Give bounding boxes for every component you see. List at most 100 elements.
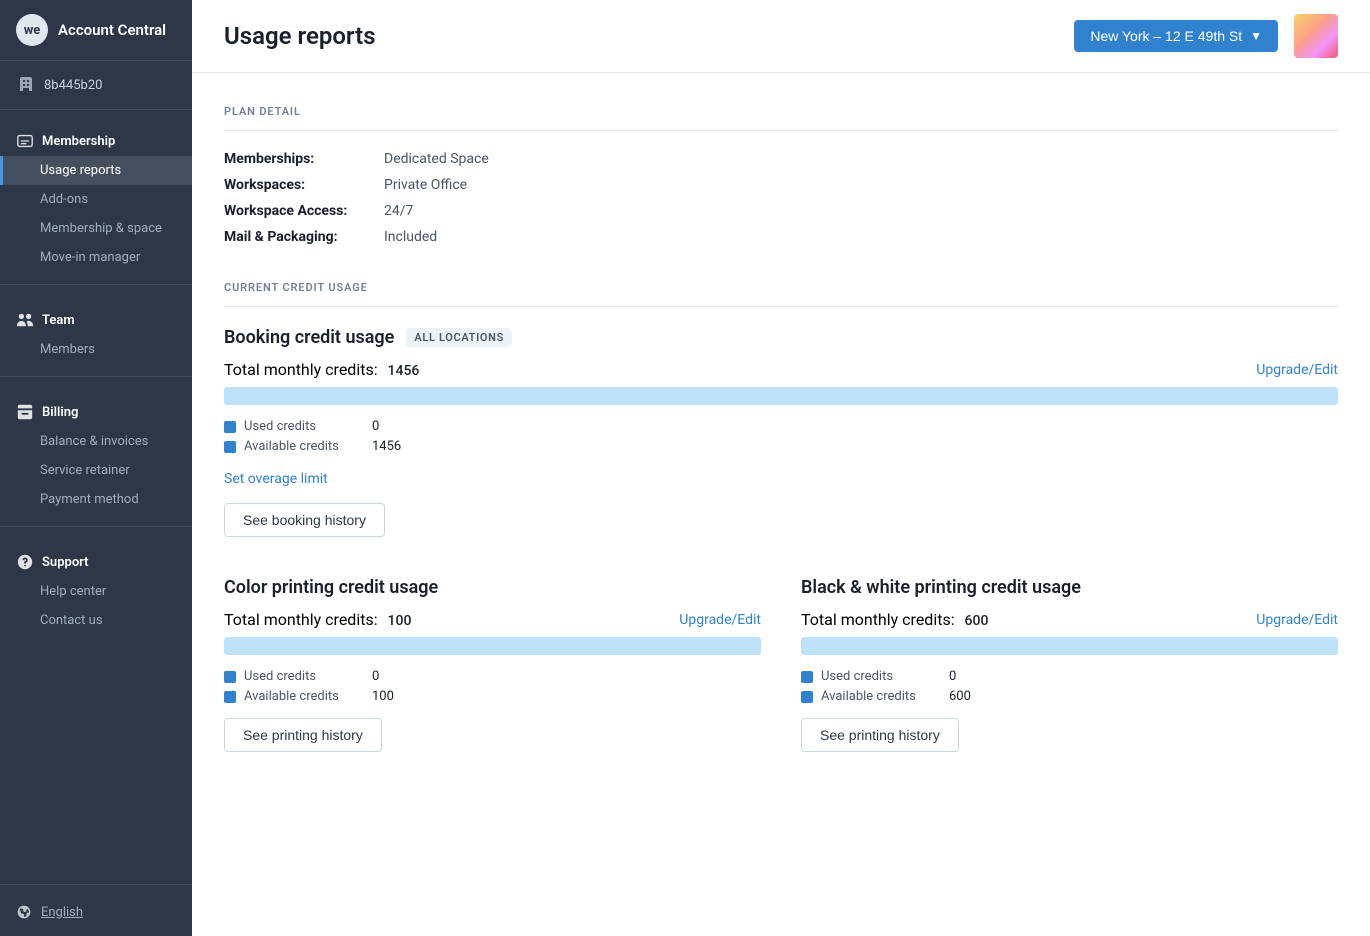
sidebar-item-payment-method[interactable]: Payment method	[0, 485, 192, 514]
booking-upgrade-link[interactable]: Upgrade/Edit	[1256, 362, 1338, 378]
sidebar-section-membership: Membership Usage reports Add-ons Members…	[0, 110, 192, 280]
booking-available-value: 1456	[372, 439, 401, 454]
color-upgrade-link[interactable]: Upgrade/Edit	[679, 612, 761, 628]
color-available-dot	[224, 691, 236, 703]
sidebar-section-membership-header[interactable]: Membership	[0, 126, 192, 156]
plan-detail-section: PLAN DETAIL Memberships: Dedicated Space…	[224, 105, 1338, 245]
workspaces-label: Workspaces:	[224, 177, 384, 193]
membership-icon	[16, 132, 34, 150]
sidebar-item-balance-invoices[interactable]: Balance & invoices	[0, 427, 192, 456]
language-link[interactable]: English	[41, 905, 83, 920]
plan-row-workspace-access: Workspace Access: 24/7	[224, 203, 1338, 219]
color-total-value: 100	[388, 613, 412, 629]
booking-title-row: Booking credit usage ALL LOCATIONS	[224, 327, 1338, 348]
sidebar-item-service-retainer[interactable]: Service retainer	[0, 456, 192, 485]
booking-used-dot	[224, 421, 236, 433]
we-logo-icon: we	[16, 14, 48, 46]
overage-limit-link[interactable]: Set overage limit	[224, 471, 328, 487]
sidebar-section-support-header[interactable]: Support	[0, 547, 192, 577]
booking-available-row: Available credits 1456	[224, 439, 1338, 454]
main-area: Usage reports New York – 12 E 49th St ▼ …	[192, 0, 1370, 936]
color-printing-section: Color printing credit usage Total monthl…	[224, 577, 761, 752]
see-color-printing-history-button[interactable]: See printing history	[224, 718, 382, 752]
billing-section-label: Billing	[42, 405, 78, 420]
support-section-label: Support	[42, 555, 89, 570]
bw-total-left: Total monthly credits: 600	[801, 610, 988, 629]
billing-icon	[16, 403, 34, 421]
see-booking-history-button[interactable]: See booking history	[224, 503, 385, 537]
workspace-access-label: Workspace Access:	[224, 203, 384, 219]
bw-total-value: 600	[965, 613, 989, 629]
sidebar: we Account Central 8b445b20 Membership U…	[0, 0, 192, 936]
credit-usage-label: CURRENT CREDIT USAGE	[224, 281, 1338, 307]
see-bw-printing-history-button[interactable]: See printing history	[801, 718, 959, 752]
workspaces-value: Private Office	[384, 177, 467, 193]
plan-row-memberships: Memberships: Dedicated Space	[224, 151, 1338, 167]
color-total-left: Total monthly credits: 100	[224, 610, 411, 629]
booking-available-dot	[224, 441, 236, 453]
memberships-label: Memberships:	[224, 151, 384, 167]
sidebar-item-usage-reports[interactable]: Usage reports	[0, 156, 192, 185]
sidebar-item-move-in-manager[interactable]: Move-in manager	[0, 243, 192, 272]
location-button[interactable]: New York – 12 E 49th St ▼	[1074, 20, 1278, 52]
plan-row-mail: Mail & Packaging: Included	[224, 229, 1338, 245]
bw-available-dot	[801, 691, 813, 703]
mail-value: Included	[384, 229, 437, 245]
sidebar-divider-1	[0, 284, 192, 285]
color-used-dot	[224, 671, 236, 683]
sidebar-logo[interactable]: we Account Central	[0, 0, 192, 61]
bw-legend: Used credits 0 Available credits 600	[801, 669, 1338, 704]
sidebar-section-billing-header[interactable]: Billing	[0, 397, 192, 427]
workspace-access-value: 24/7	[384, 203, 413, 219]
booking-used-label: Used credits	[244, 419, 364, 434]
color-available-value: 100	[372, 689, 394, 704]
sidebar-account: 8b445b20	[0, 61, 192, 110]
bw-printing-section: Black & white printing credit usage Tota…	[801, 577, 1338, 752]
color-used-value: 0	[372, 669, 379, 684]
bw-printing-title: Black & white printing credit usage	[801, 577, 1081, 598]
plan-detail-label: PLAN DETAIL	[224, 105, 1338, 131]
sidebar-section-team-header[interactable]: Team	[0, 305, 192, 335]
booking-total-left: Total monthly credits: 1456	[224, 360, 419, 379]
support-icon	[16, 553, 34, 571]
color-available-row: Available credits 100	[224, 689, 761, 704]
booking-credit-title: Booking credit usage	[224, 327, 394, 348]
bw-available-label: Available credits	[821, 689, 941, 704]
sidebar-divider-2	[0, 376, 192, 377]
bw-available-row: Available credits 600	[801, 689, 1338, 704]
all-locations-badge: ALL LOCATIONS	[406, 328, 512, 347]
bw-title-row: Black & white printing credit usage	[801, 577, 1338, 598]
sidebar-logo-text: Account Central	[58, 21, 166, 39]
main-header: Usage reports New York – 12 E 49th St ▼	[192, 0, 1370, 73]
location-label: New York – 12 E 49th St	[1090, 28, 1242, 44]
sidebar-footer: English	[0, 884, 192, 936]
bw-total-row: Total monthly credits: 600 Upgrade/Edit	[801, 610, 1338, 629]
color-available-label: Available credits	[244, 689, 364, 704]
bw-upgrade-link[interactable]: Upgrade/Edit	[1256, 612, 1338, 628]
team-icon	[16, 311, 34, 329]
account-id: 8b445b20	[44, 78, 102, 93]
sidebar-item-membership-space[interactable]: Membership & space	[0, 214, 192, 243]
color-progress-bar-bg	[224, 637, 761, 655]
main-content: PLAN DETAIL Memberships: Dedicated Space…	[192, 73, 1370, 936]
booking-progress-bar-bg	[224, 387, 1338, 405]
sidebar-item-help-center[interactable]: Help center	[0, 577, 192, 606]
booking-available-label: Available credits	[244, 439, 364, 454]
booking-total-label: Total monthly credits:	[224, 360, 378, 379]
sidebar-section-billing: Billing Balance & invoices Service retai…	[0, 381, 192, 522]
mail-label: Mail & Packaging:	[224, 229, 384, 245]
sidebar-item-members[interactable]: Members	[0, 335, 192, 364]
printing-sections: Color printing credit usage Total monthl…	[224, 577, 1338, 792]
sidebar-divider-3	[0, 526, 192, 527]
chevron-down-icon: ▼	[1250, 29, 1262, 43]
booking-total-row: Total monthly credits: 1456 Upgrade/Edit	[224, 360, 1338, 379]
booking-credit-section: Booking credit usage ALL LOCATIONS Total…	[224, 327, 1338, 537]
sidebar-item-add-ons[interactable]: Add-ons	[0, 185, 192, 214]
sidebar-item-contact-us[interactable]: Contact us	[0, 606, 192, 635]
plan-row-workspaces: Workspaces: Private Office	[224, 177, 1338, 193]
team-section-label: Team	[42, 313, 75, 328]
color-used-row: Used credits 0	[224, 669, 761, 684]
bw-used-dot	[801, 671, 813, 683]
color-legend: Used credits 0 Available credits 100	[224, 669, 761, 704]
header-right: New York – 12 E 49th St ▼	[1074, 14, 1338, 58]
